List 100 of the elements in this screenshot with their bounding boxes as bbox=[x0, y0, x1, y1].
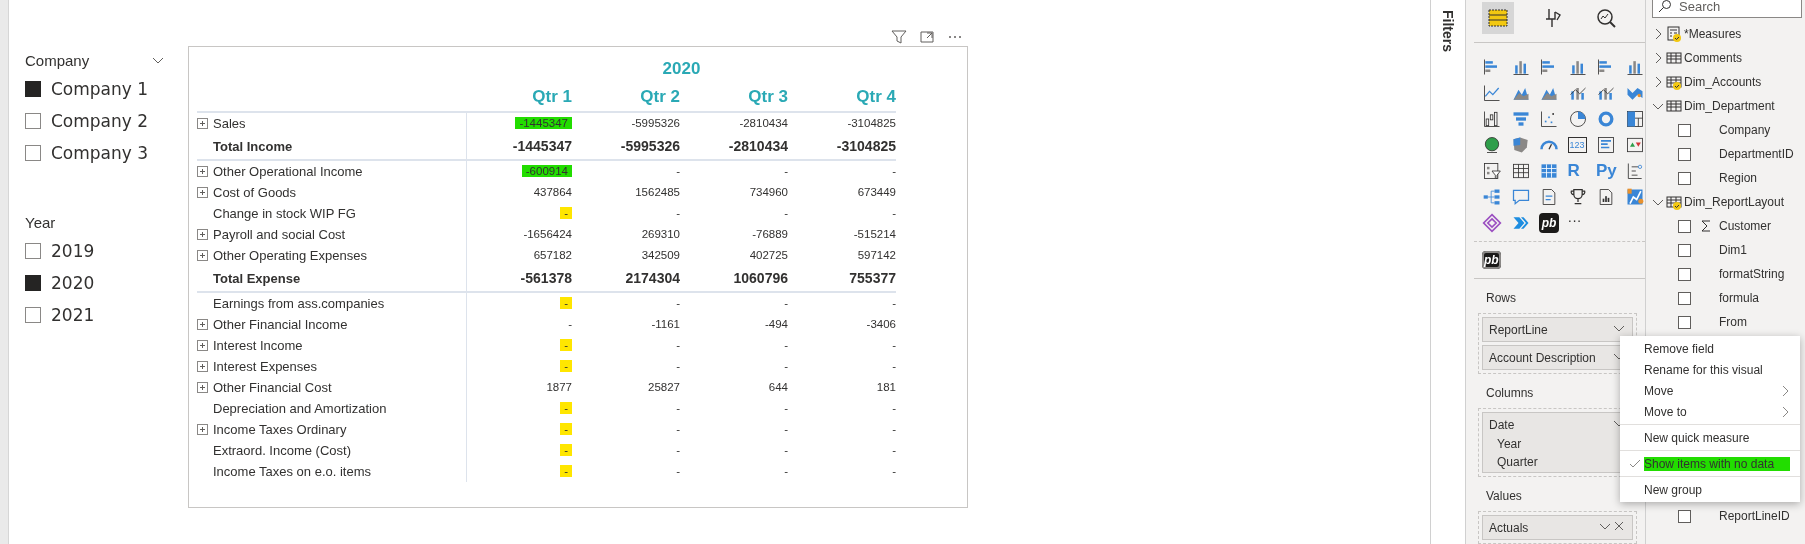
table-cell: - bbox=[892, 402, 896, 414]
field-item[interactable]: From bbox=[1719, 315, 1747, 329]
menu-item[interactable]: Remove field bbox=[1620, 338, 1800, 359]
field-checkbox[interactable] bbox=[1678, 291, 1691, 305]
pie-visual-icon[interactable] bbox=[1567, 109, 1588, 129]
table-cell: 644 bbox=[768, 381, 788, 393]
treemap-visual-icon[interactable] bbox=[1624, 109, 1645, 129]
expand-icon[interactable] bbox=[197, 361, 208, 372]
menu-item[interactable]: New quick measure bbox=[1620, 427, 1800, 448]
slicer-item[interactable]: 2020 bbox=[51, 273, 95, 293]
decomposition-visual-icon[interactable] bbox=[1482, 187, 1502, 207]
field-item[interactable]: Customer bbox=[1719, 219, 1771, 233]
row-label: Change in stock WIP FG bbox=[213, 206, 356, 221]
table-item[interactable]: Dim_Department bbox=[1652, 94, 1805, 118]
slicer-checkbox[interactable] bbox=[25, 275, 41, 291]
matrix-visual-icon[interactable] bbox=[1539, 161, 1559, 181]
menu-item[interactable]: Move to bbox=[1620, 401, 1800, 422]
table-cell: - bbox=[560, 360, 572, 372]
slicer-visual-icon[interactable] bbox=[1482, 161, 1502, 181]
speech-visual-icon[interactable] bbox=[1510, 187, 1531, 207]
menu-item[interactable]: Show items with no data bbox=[1620, 453, 1800, 474]
table-item[interactable]: Dim_ReportLayout bbox=[1652, 190, 1805, 214]
table-item[interactable]: Comments bbox=[1652, 46, 1805, 70]
field-checkbox[interactable] bbox=[1678, 315, 1691, 329]
slicer-checkbox[interactable] bbox=[25, 113, 41, 129]
waterfall-visual-icon[interactable] bbox=[1482, 109, 1502, 129]
expand-icon[interactable] bbox=[197, 250, 208, 261]
slicer-checkbox[interactable] bbox=[25, 307, 41, 323]
table-cell: - bbox=[784, 339, 788, 351]
fields-tab[interactable] bbox=[1482, 2, 1514, 34]
field-checkbox[interactable] bbox=[1678, 219, 1691, 233]
close-icon[interactable] bbox=[1612, 519, 1626, 533]
row-label: Total Income bbox=[213, 139, 293, 154]
field-item[interactable]: Company bbox=[1719, 123, 1771, 137]
slicer-item[interactable]: Company 2 bbox=[51, 111, 149, 131]
field-item[interactable]: DepartmentID bbox=[1719, 147, 1794, 161]
field-pill[interactable]: ReportLine bbox=[1482, 317, 1633, 342]
slicer-checkbox[interactable] bbox=[25, 243, 41, 259]
table-cell: 181 bbox=[876, 381, 896, 393]
slicer-checkbox[interactable] bbox=[25, 81, 41, 97]
card-visual-icon[interactable]: 123 bbox=[1567, 137, 1587, 153]
row-label: Income Taxes on e.o. items bbox=[213, 464, 371, 479]
expand-icon[interactable] bbox=[197, 229, 208, 240]
menu-item[interactable]: Rename for this visual bbox=[1620, 359, 1800, 380]
table-cell: - bbox=[676, 423, 680, 435]
custom-visual-icon[interactable]: pb bbox=[1539, 213, 1559, 233]
table-item[interactable]: Dim_Accounts bbox=[1652, 70, 1805, 94]
slicer-item[interactable]: Company 1 bbox=[51, 79, 149, 99]
table-cell: - bbox=[784, 207, 788, 219]
table-cell: - bbox=[676, 360, 680, 372]
line-visual-icon[interactable] bbox=[1482, 83, 1502, 103]
menu-item[interactable]: Move bbox=[1620, 380, 1800, 401]
table-cell: - bbox=[560, 297, 572, 309]
expand-icon[interactable] bbox=[197, 166, 208, 177]
expand-icon[interactable] bbox=[197, 118, 208, 129]
table-cell: - bbox=[560, 402, 572, 414]
slicer-item[interactable]: 2019 bbox=[51, 241, 95, 261]
row-label: Other Operational Income bbox=[213, 164, 363, 179]
expand-icon[interactable] bbox=[197, 340, 208, 351]
field-checkbox[interactable] bbox=[1678, 123, 1691, 137]
focus-mode-icon[interactable] bbox=[919, 29, 935, 45]
menu-item[interactable]: New group bbox=[1620, 479, 1800, 500]
expand-icon[interactable] bbox=[197, 319, 208, 330]
filter-icon[interactable] bbox=[891, 29, 907, 45]
diamond-visual-icon[interactable] bbox=[1482, 213, 1502, 233]
field-item[interactable]: formatString bbox=[1719, 267, 1785, 281]
field-item[interactable]: Region bbox=[1719, 171, 1758, 185]
table-cell: 402725 bbox=[749, 249, 788, 261]
table-item[interactable]: *Measures bbox=[1652, 22, 1805, 46]
field-item[interactable]: Dim1 bbox=[1719, 243, 1747, 257]
donut-visual-icon[interactable] bbox=[1596, 109, 1616, 129]
field-checkbox[interactable] bbox=[1678, 147, 1691, 161]
search-field[interactable]: Search bbox=[1652, 0, 1802, 18]
column-header: Qtr 1 bbox=[467, 83, 572, 113]
field-item[interactable]: formula bbox=[1719, 291, 1759, 305]
custom-visual-icon[interactable]: pb bbox=[1482, 251, 1501, 269]
expand-icon[interactable] bbox=[197, 187, 208, 198]
slicer-checkbox[interactable] bbox=[25, 145, 41, 161]
table-cell: 437864 bbox=[533, 186, 572, 198]
expand-icon[interactable] bbox=[197, 424, 208, 435]
filters-pane-title[interactable]: Filters bbox=[1440, 10, 1456, 52]
field-checkbox[interactable] bbox=[1678, 243, 1691, 257]
field-checkbox[interactable] bbox=[1678, 267, 1691, 281]
more-visuals-button[interactable]: ··· bbox=[1567, 213, 1596, 233]
field-pill[interactable]: Actuals bbox=[1482, 515, 1633, 540]
matrix-visual[interactable] bbox=[188, 46, 968, 508]
globe-visual-icon[interactable] bbox=[1482, 135, 1502, 155]
slicer-item[interactable]: 2021 bbox=[51, 305, 95, 325]
field-checkbox[interactable] bbox=[1678, 509, 1691, 523]
table-cell: -2810434 bbox=[739, 117, 788, 129]
table-cell: 597142 bbox=[857, 249, 896, 261]
table-visual-icon[interactable] bbox=[1510, 161, 1531, 181]
scatter-visual-icon[interactable] bbox=[1539, 109, 1559, 129]
expand-icon[interactable] bbox=[197, 382, 208, 393]
field-checkbox[interactable] bbox=[1678, 171, 1691, 185]
kpi-visual-icon[interactable] bbox=[1624, 135, 1645, 155]
field-item[interactable]: ReportLineID bbox=[1719, 509, 1790, 523]
multirow-visual-icon[interactable] bbox=[1596, 135, 1616, 155]
table-cell: - bbox=[892, 360, 896, 372]
slicer-item[interactable]: Company 3 bbox=[51, 143, 149, 163]
